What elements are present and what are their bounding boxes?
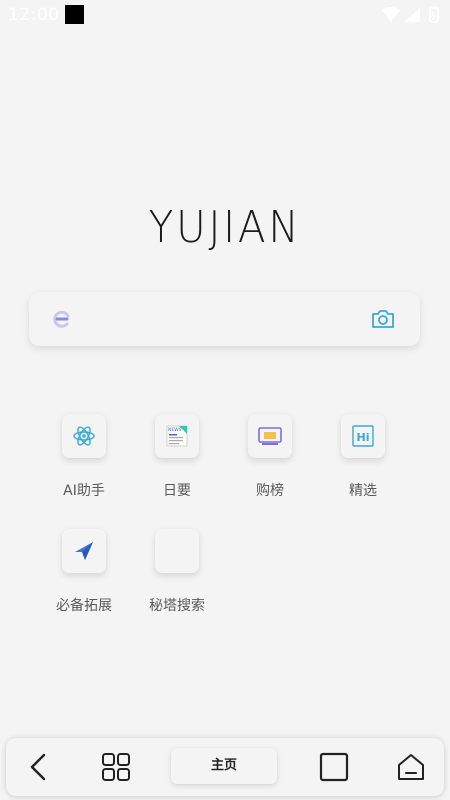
shortcut-daily-news[interactable]: NEWS 日要 xyxy=(132,414,222,514)
svg-text:NEWS: NEWS xyxy=(168,427,182,433)
extension-arrow-icon xyxy=(75,542,93,560)
shortcut-label: 必备拓展 xyxy=(56,598,112,614)
back-icon[interactable] xyxy=(22,750,56,784)
home-icon[interactable] xyxy=(394,750,428,784)
shortcut-featured[interactable]: Hi 精选 xyxy=(318,414,408,514)
brand-logo: YUJIAN xyxy=(148,202,302,253)
bottom-navigation: 主页 xyxy=(6,738,444,796)
shortcut-label: 购榜 xyxy=(256,483,284,499)
hi-icon: Hi xyxy=(352,425,374,447)
camera-icon[interactable] xyxy=(370,307,396,331)
shortcut-shopping-rank[interactable]: 购榜 xyxy=(225,414,315,514)
apps-grid-icon[interactable] xyxy=(99,750,133,784)
notification-icon xyxy=(65,5,84,24)
shortcut-tile[interactable] xyxy=(62,414,106,458)
news-icon: NEWS xyxy=(166,425,188,447)
search-box[interactable] xyxy=(29,292,420,346)
status-time: 12:00 xyxy=(8,5,60,25)
battery-icon xyxy=(429,6,439,23)
shortcut-label: 日要 xyxy=(163,483,191,499)
shortcut-essential-extensions[interactable]: 必备拓展 xyxy=(39,529,129,629)
shortcut-tile[interactable] xyxy=(155,529,199,573)
shortcut-tile[interactable] xyxy=(248,414,292,458)
wifi-icon xyxy=(382,7,400,22)
shortcut-ai-assistant[interactable]: AI助手 xyxy=(39,414,129,514)
shortcut-tile[interactable] xyxy=(62,529,106,573)
shortcut-label: AI助手 xyxy=(63,483,105,499)
status-bar: 12:00 xyxy=(0,0,450,30)
search-input[interactable] xyxy=(79,304,363,336)
search-engine-icon[interactable] xyxy=(50,307,74,331)
shortcut-tile[interactable]: NEWS xyxy=(155,414,199,458)
shopping-rank-icon xyxy=(258,427,282,445)
svg-text:Hi: Hi xyxy=(357,431,370,444)
status-icons xyxy=(382,6,439,23)
shortcut-label: 秘塔搜索 xyxy=(149,598,205,614)
atom-icon xyxy=(73,426,95,446)
shortcut-tile[interactable]: Hi xyxy=(341,414,385,458)
shortcut-label: 精选 xyxy=(349,483,377,499)
home-tab[interactable]: 主页 xyxy=(171,748,277,784)
signal-icon xyxy=(404,8,420,22)
shortcut-metaso-search[interactable]: 秘塔搜索 xyxy=(132,529,222,629)
tabs-icon[interactable] xyxy=(317,750,351,784)
